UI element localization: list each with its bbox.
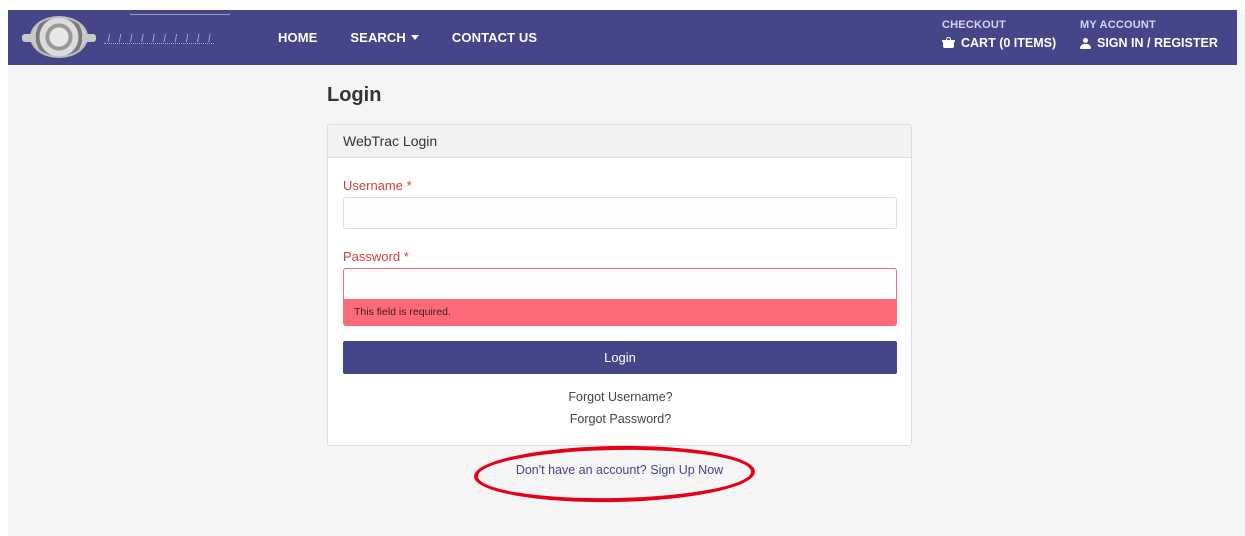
top-navbar: HOME SEARCH CONTACT US CHECKOUT CART (0 …	[8, 10, 1237, 65]
my-account-label: MY ACCOUNT	[1080, 19, 1156, 31]
nav-search-label: SEARCH	[350, 30, 406, 45]
password-label: Password *	[343, 249, 409, 264]
user-icon	[1080, 37, 1091, 49]
account-section: MY ACCOUNT SIGN IN / REGISTER	[1080, 19, 1218, 59]
forgot-username-link[interactable]: Forgot Username?	[328, 390, 913, 404]
sign-up-link[interactable]: Don't have an account? Sign Up Now	[327, 463, 912, 477]
panel-header: WebTrac Login	[328, 125, 911, 158]
password-input[interactable]	[343, 268, 897, 300]
main-nav: HOME SEARCH CONTACT US	[278, 10, 570, 65]
forgot-password-link[interactable]: Forgot Password?	[328, 412, 913, 426]
city-seal-icon	[22, 16, 96, 58]
city-logo[interactable]	[22, 14, 230, 60]
nav-search-dropdown[interactable]: SEARCH	[350, 30, 419, 45]
checkout-label: CHECKOUT	[942, 19, 1006, 31]
caret-down-icon	[410, 35, 419, 40]
sign-in-register-link[interactable]: SIGN IN / REGISTER	[1080, 36, 1218, 50]
logo-decoration	[130, 14, 230, 15]
username-label: Username *	[343, 178, 412, 193]
sign-in-text: SIGN IN / REGISTER	[1097, 36, 1218, 50]
page-background: HOME SEARCH CONTACT US CHECKOUT CART (0 …	[8, 10, 1245, 536]
login-button[interactable]: Login	[343, 341, 897, 374]
username-input[interactable]	[343, 197, 897, 229]
page-title: Login	[327, 84, 382, 106]
logo-script-text	[104, 34, 214, 44]
nav-home[interactable]: HOME	[278, 30, 317, 45]
cart-link[interactable]: CART (0 ITEMS)	[942, 36, 1056, 50]
basket-icon	[942, 37, 955, 48]
checkout-section: CHECKOUT CART (0 ITEMS)	[942, 19, 1056, 59]
password-error-message: This field is required.	[343, 299, 897, 326]
cart-text: CART (0 ITEMS)	[961, 36, 1057, 50]
login-panel: WebTrac Login Username * Password * This…	[327, 124, 912, 446]
nav-contact[interactable]: CONTACT US	[452, 30, 537, 45]
